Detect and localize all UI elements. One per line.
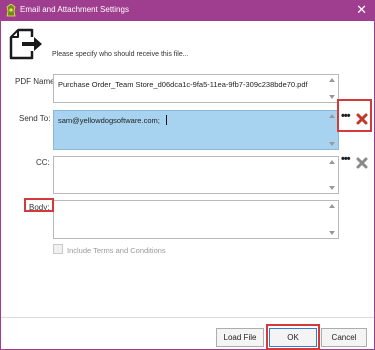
scroll-up-icon[interactable] bbox=[329, 114, 335, 118]
pdf-name-label: PDF Name: bbox=[15, 77, 57, 86]
pdf-name-field[interactable]: Purchase Order_Team Store_d06dca1c-9fa5-… bbox=[53, 74, 339, 103]
highlight-body-label bbox=[24, 198, 54, 212]
instruction-text: Please specify who should receive this f… bbox=[52, 51, 189, 58]
send-to-label: Send To: bbox=[19, 114, 51, 123]
scroll-up-icon[interactable] bbox=[329, 160, 335, 164]
scroll-up-icon[interactable] bbox=[329, 204, 335, 208]
app-icon bbox=[6, 4, 16, 17]
scroll-up-icon[interactable] bbox=[329, 78, 335, 82]
text-caret bbox=[166, 115, 167, 125]
window-title: Email and Attachment Settings bbox=[20, 5, 129, 14]
footer-divider bbox=[1, 317, 374, 318]
send-to-field[interactable]: sam@yellowdogsoftware.com; bbox=[53, 110, 339, 150]
cc-scrollbar[interactable] bbox=[327, 157, 338, 193]
body-scrollbar[interactable] bbox=[327, 201, 338, 238]
cc-label: CC: bbox=[36, 158, 50, 167]
export-document-icon bbox=[9, 28, 42, 60]
title-bar: Email and Attachment Settings ✕ bbox=[0, 0, 375, 21]
cc-browse-button[interactable]: ••• bbox=[341, 153, 351, 165]
send-to-value: sam@yellowdogsoftware.com; bbox=[58, 116, 160, 125]
scroll-down-icon[interactable] bbox=[329, 231, 335, 235]
load-file-button[interactable]: Load File bbox=[216, 328, 264, 347]
close-button[interactable]: ✕ bbox=[356, 2, 367, 17]
highlight-remove-send-to bbox=[337, 99, 372, 132]
cancel-button[interactable]: Cancel bbox=[321, 328, 367, 347]
cc-field[interactable] bbox=[53, 156, 339, 194]
remove-cc-icon[interactable] bbox=[356, 157, 368, 169]
include-terms-checkbox[interactable] bbox=[53, 244, 63, 254]
include-terms-label: Include Terms and Conditions bbox=[67, 246, 166, 255]
pdf-name-value: Purchase Order_Team Store_d06dca1c-9fa5-… bbox=[58, 80, 308, 89]
body-field[interactable] bbox=[53, 200, 339, 239]
scroll-down-icon[interactable] bbox=[329, 142, 335, 146]
scroll-down-icon[interactable] bbox=[329, 95, 335, 99]
highlight-ok-button bbox=[266, 324, 320, 350]
pdf-name-scrollbar[interactable] bbox=[327, 75, 338, 102]
scroll-down-icon[interactable] bbox=[329, 186, 335, 190]
